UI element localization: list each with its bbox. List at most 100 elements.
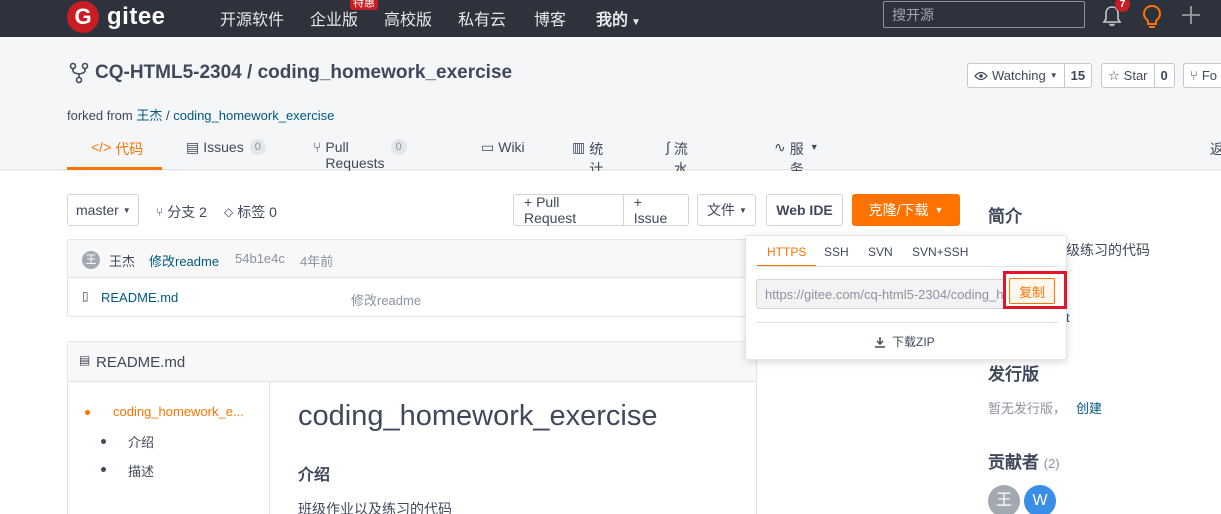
pipeline-icon: ∫ <box>666 139 670 155</box>
toc-item[interactable]: 描述 <box>128 461 154 480</box>
tab-issues[interactable]: ▤ Issues 0 <box>186 137 266 170</box>
file-icon: ▯ <box>82 289 89 303</box>
tags-link[interactable]: ◇ 标签 0 <box>224 202 277 222</box>
stats-icon: ▥ <box>572 139 586 155</box>
copy-button[interactable]: 复制 <box>1009 278 1055 304</box>
avatar[interactable]: 王 <box>82 251 100 269</box>
forked-repo-link[interactable]: coding_homework_exercise <box>173 108 334 123</box>
watch-button-group[interactable]: Watching ▼ 15 <box>967 63 1093 88</box>
commit-author[interactable]: 王杰 <box>109 251 135 270</box>
tab-wiki[interactable]: ▭ Wiki <box>481 137 525 170</box>
dropdown-divider <box>756 322 1058 323</box>
tab-pull-requests[interactable]: ⑂ Pull Requests 0 <box>313 137 407 171</box>
contributors-label: 贡献者 <box>988 453 1039 472</box>
release-text: 暂无发行版， <box>988 401 1067 416</box>
readme-toc: coding_homework_e... 介绍 描述 <box>68 382 270 514</box>
clone-url-input[interactable] <box>756 279 1006 309</box>
caret-down-icon: ▼ <box>934 205 944 215</box>
repo-owner-link[interactable]: CQ-HTML5-2304 <box>95 62 242 83</box>
table-row[interactable]: ▯ README.md 修改readme <box>68 278 756 317</box>
tab-stats[interactable]: ▥ 统计 <box>572 137 603 177</box>
web-ide-button[interactable]: Web IDE <box>766 194 843 226</box>
tab-code-label: 代码 <box>115 141 144 157</box>
nav-open-source[interactable]: 开源软件 <box>220 6 284 30</box>
star-button[interactable]: ☆ Star <box>1102 64 1155 87</box>
code-icon: </> <box>91 139 112 155</box>
fork-button-group[interactable]: ⑂ Fo <box>1183 63 1221 88</box>
tab-https[interactable]: HTTPS <box>757 245 817 267</box>
download-icon <box>875 336 885 348</box>
new-issue-button[interactable]: + Issue <box>624 194 688 226</box>
commit-hash[interactable]: 54b1e4c <box>235 251 285 266</box>
tab-issues-label: Issues <box>203 139 244 155</box>
branch-select[interactable]: master ▼ <box>67 194 139 226</box>
fork-small-icon: ⑂ <box>1190 68 1198 83</box>
tag-icon: ◇ <box>224 205 234 219</box>
clone-label: 克隆/下载 <box>868 202 929 218</box>
release-title: 发行版 <box>988 365 1039 384</box>
nav-education[interactable]: 高校版 <box>384 6 432 30</box>
readme-icon: ▤ <box>79 353 91 367</box>
nav-mine[interactable]: 我的 ▼ <box>596 6 641 30</box>
file-name[interactable]: README.md <box>101 290 178 305</box>
star-button-group[interactable]: ☆ Star 0 <box>1101 63 1175 88</box>
commit-message[interactable]: 修改readme <box>149 251 219 270</box>
branches-link[interactable]: ⑂ 分支 2 <box>156 202 207 222</box>
fork-button[interactable]: ⑂ Fo <box>1184 64 1221 87</box>
clone-dropdown: HTTPS SSH SVN SVN+SSH 复制 下载ZIP <box>745 235 1067 360</box>
readme-header: ▤ README.md <box>68 342 756 382</box>
intro-title: 简介 <box>988 207 1022 226</box>
tab-svn[interactable]: SVN <box>868 245 893 267</box>
intro-text: 级练习的代码 <box>1066 242 1150 258</box>
file-commit-message[interactable]: 修改readme <box>351 290 421 309</box>
repo-name-link[interactable]: coding_homework_exercise <box>258 62 513 83</box>
watch-button[interactable]: Watching ▼ <box>968 64 1065 87</box>
readme-paragraph: 班级作业以及练习的代码 <box>298 501 452 514</box>
lightbulb-icon[interactable] <box>1142 4 1162 30</box>
search-input[interactable] <box>883 1 1085 28</box>
repo-title-separator: / <box>241 62 258 83</box>
tab-wiki-label: Wiki <box>498 139 525 155</box>
toc-item[interactable]: 介绍 <box>128 432 154 451</box>
toc-item[interactable]: coding_homework_e... <box>113 404 244 419</box>
clone-download-button[interactable]: 克隆/下载 ▼ <box>852 194 960 226</box>
plus-icon[interactable] <box>1181 5 1201 25</box>
contributors-count: (2) <box>1043 456 1060 471</box>
fork-icon <box>69 62 89 84</box>
notification-badge: 7 <box>1115 0 1130 12</box>
eye-icon <box>974 71 988 80</box>
download-zip-link[interactable]: 下载ZIP <box>874 333 935 350</box>
tab-ssh[interactable]: SSH <box>824 245 849 267</box>
logo-mark: G <box>67 1 99 33</box>
new-pull-request-button[interactable]: + Pull Request <box>514 194 624 226</box>
readme-panel: ▤ README.md coding_homework_e... 介绍 描述 c… <box>67 341 757 514</box>
create-release-link[interactable]: 创建 <box>1076 398 1102 417</box>
back-link[interactable]: 返 <box>1210 139 1221 159</box>
file-dropdown[interactable]: 文件 ▼ <box>697 194 756 226</box>
tab-services[interactable]: ∿ 服务 ▼ <box>774 137 819 177</box>
forked-from: forked from 王杰 / coding_homework_exercis… <box>67 105 334 124</box>
caret-down-icon: ▼ <box>739 205 747 215</box>
top-navbar: G gitee 开源软件 企业版 特惠 高校版 私有云 博客 我的▼ 7 <box>0 0 1221 37</box>
caret-down-icon: ▼ <box>122 205 131 215</box>
gitee-logo[interactable]: G gitee <box>67 1 166 33</box>
tab-pipeline[interactable]: ∫ 流水线 <box>666 137 688 197</box>
avatar[interactable]: W <box>1024 485 1056 514</box>
tab-code[interactable]: </> 代码 <box>67 137 162 170</box>
toc-bullet <box>101 439 106 444</box>
pulse-icon: ∿ <box>774 139 786 155</box>
pr-issue-group: + Pull Request + Issue <box>513 194 689 226</box>
logo-text: gitee <box>107 3 166 30</box>
nav-blog[interactable]: 博客 <box>534 6 566 30</box>
forked-owner-link[interactable]: 王杰 <box>136 108 162 123</box>
star-count[interactable]: 0 <box>1155 64 1174 87</box>
tab-svn-ssh[interactable]: SVN+SSH <box>912 245 968 267</box>
nav-private-cloud[interactable]: 私有云 <box>458 6 506 30</box>
tabs-divider <box>756 266 1058 267</box>
watch-count[interactable]: 15 <box>1065 64 1091 87</box>
forked-prefix: forked from <box>67 108 137 123</box>
chevron-down-icon: ▼ <box>631 17 641 28</box>
repo-header: CQ-HTML5-2304 / coding_homework_exercise… <box>0 37 1221 197</box>
forked-separator: / <box>162 108 174 123</box>
avatar[interactable]: 王 <box>988 485 1020 514</box>
